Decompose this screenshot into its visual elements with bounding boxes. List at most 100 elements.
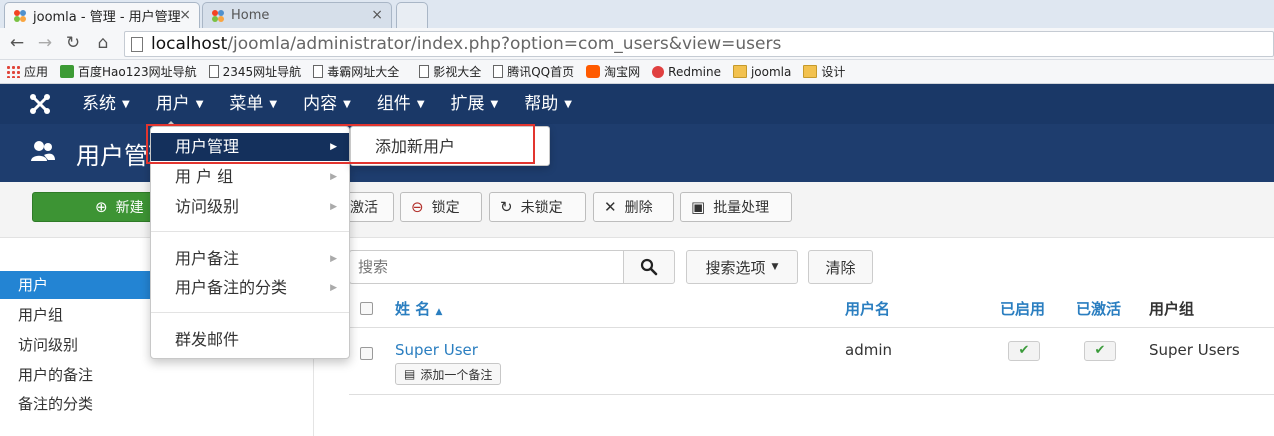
search-input[interactable]	[349, 250, 623, 284]
bookmark-label: 设计	[821, 65, 846, 79]
note-card-icon: ▤	[404, 367, 416, 381]
menu-system[interactable]: 系统 ▼	[82, 84, 130, 124]
dropdown-divider	[151, 231, 349, 232]
menu-users[interactable]: 用户 ▼	[156, 84, 204, 124]
enabled-check-icon[interactable]: ✔	[1008, 341, 1040, 361]
new-tab-button[interactable]	[396, 2, 428, 28]
caret-down-icon: ▼	[122, 99, 130, 110]
row-checkbox[interactable]	[360, 347, 373, 360]
reload-icon[interactable]: ↻	[62, 32, 84, 54]
batch-button[interactable]: ▣ 批量处理	[680, 192, 792, 222]
dropdown-item-mass-mail[interactable]: 群发邮件	[151, 326, 349, 354]
menu-label: 系统	[82, 94, 116, 114]
admin-navbar: 系统 ▼ 用户 ▼ 菜单 ▼ 内容 ▼ 组件 ▼ 扩展 ▼ 帮助 ▼	[0, 84, 1274, 124]
batch-button-label: 批量处理	[713, 200, 770, 216]
menu-components[interactable]: 组件 ▼	[377, 84, 425, 124]
plus-circle-icon: ⊕	[95, 198, 108, 216]
caret-right-icon: ▶	[330, 283, 337, 293]
joomla-logo-icon[interactable]	[28, 92, 52, 116]
folder-icon	[803, 65, 818, 78]
column-username-header[interactable]: 用户名	[845, 298, 890, 319]
table-header: 姓 名 ▲ 用户名 已启用 已激活 用户组	[349, 290, 1274, 328]
bookmark-label: 百度Hao123网址导航	[78, 65, 197, 79]
dropdown-item-groups[interactable]: 用 户 组 ▶	[151, 163, 349, 191]
activate-button-label: 激活	[350, 200, 378, 216]
browser-tab-home[interactable]: Home ×	[202, 2, 392, 28]
menu-label: 帮助	[524, 94, 559, 114]
bookmark-apps[interactable]: 应用	[6, 63, 48, 80]
bookmark-label: 淘宝网	[604, 65, 641, 79]
bookmark-duba[interactable]: 毒霸网址大全	[313, 63, 399, 80]
column-enabled-header[interactable]: 已启用	[1000, 298, 1045, 319]
column-name-header[interactable]: 姓 名 ▲	[395, 298, 442, 319]
home-icon[interactable]: ⌂	[92, 32, 114, 54]
close-tab-icon[interactable]: ×	[371, 7, 383, 23]
search-icon	[640, 258, 658, 276]
bookmark-redmine[interactable]: Redmine	[652, 65, 721, 79]
bookmark-2345[interactable]: 2345网址导航	[208, 63, 301, 80]
bookmark-joomla[interactable]: joomla	[732, 65, 791, 79]
bookmark-label: 应用	[24, 65, 49, 79]
address-bar[interactable]: localhost/joomla/administrator/index.php…	[124, 31, 1274, 57]
dropdown-item-access-levels[interactable]: 访问级别 ▶	[151, 193, 349, 221]
select-all-checkbox[interactable]	[360, 302, 373, 315]
apps-grid-icon	[6, 65, 20, 78]
dropdown-item-user-notes[interactable]: 用户备注 ▶	[151, 245, 349, 273]
url-host: localhost	[151, 34, 228, 54]
browser-toolbar: ← → ↻ ⌂ localhost/joomla/administrator/i…	[0, 28, 1274, 60]
url-path: /joomla/administrator/index.php?option=c…	[227, 34, 782, 54]
dropdown-item-label: 用户备注	[175, 249, 240, 268]
browser-tab-title: joomla - 管理 - 用户管理	[33, 10, 181, 25]
dropdown-item-label: 访问级别	[175, 197, 240, 216]
browser-tab-joomla[interactable]: joomla - 管理 - 用户管理 ×	[4, 2, 200, 28]
add-note-label: 添加一个备注	[420, 367, 493, 382]
bookmark-taobao[interactable]: 淘宝网	[586, 63, 640, 80]
caret-down-icon: ▼	[195, 99, 204, 110]
menu-label: 组件	[376, 94, 411, 114]
clear-button[interactable]: 清除	[808, 250, 873, 284]
joomla-favicon-icon	[211, 9, 225, 23]
column-groups-header: 用户组	[1149, 300, 1195, 318]
close-tab-icon[interactable]: ×	[179, 7, 191, 23]
table-row: Super User ▤ 添加一个备注 admin ✔ ✔ Super Users	[349, 329, 1274, 395]
caret-down-icon: ▼	[564, 99, 572, 110]
sidebar-item-note-categories[interactable]: 备注的分类	[0, 390, 313, 418]
column-activated-header[interactable]: 已激活	[1076, 298, 1121, 319]
column-name-label: 姓 名	[395, 300, 431, 318]
menu-label: 菜单	[229, 94, 264, 114]
page-icon	[313, 65, 324, 78]
caret-down-icon: ▼	[343, 99, 351, 110]
menu-help[interactable]: 帮助 ▼	[524, 84, 572, 124]
lock-button[interactable]: ⊖ 锁定	[400, 192, 482, 222]
delete-button[interactable]: ✕ 删除	[593, 192, 674, 222]
bookmark-label: 影视大全	[433, 65, 482, 79]
bookmark-video[interactable]: 影视大全	[419, 63, 481, 80]
add-note-button[interactable]: ▤ 添加一个备注	[395, 363, 502, 385]
back-arrow-icon[interactable]: ←	[6, 32, 28, 54]
caret-down-icon: ▼	[771, 262, 779, 272]
username-cell: admin	[845, 341, 892, 359]
highlight-box	[146, 124, 535, 164]
search-options-button[interactable]: 搜索选项 ▼	[686, 250, 798, 284]
menu-extensions[interactable]: 扩展 ▼	[451, 84, 499, 124]
refresh-icon: ↻	[500, 198, 513, 216]
bookmark-qq[interactable]: 腾讯QQ首页	[493, 63, 574, 80]
dropdown-item-note-categories[interactable]: 用户备注的分类 ▶	[151, 274, 349, 302]
activated-check-icon[interactable]: ✔	[1084, 341, 1116, 361]
menu-menus[interactable]: 菜单 ▼	[229, 84, 277, 124]
folder-icon	[732, 65, 747, 78]
bookmark-hao123[interactable]: 百度Hao123网址导航	[60, 63, 197, 80]
forward-arrow-icon[interactable]: →	[34, 32, 56, 54]
bookmark-design[interactable]: 设计	[803, 63, 845, 80]
unlock-button-label: 未锁定	[520, 200, 563, 216]
bookmark-label: 毒霸网址大全	[327, 65, 400, 79]
search-button[interactable]	[623, 250, 675, 284]
menu-content[interactable]: 内容 ▼	[303, 84, 351, 124]
unlock-button[interactable]: ↻ 未锁定	[489, 192, 586, 222]
block-icon: ⊖	[411, 198, 424, 216]
user-name-link[interactable]: Super User	[395, 341, 478, 359]
new-button[interactable]: ⊕ 新建	[32, 192, 162, 222]
page-icon	[419, 65, 430, 78]
new-button-label: 新建	[115, 200, 144, 216]
sidebar-item-user-notes[interactable]: 用户的备注	[0, 361, 313, 389]
